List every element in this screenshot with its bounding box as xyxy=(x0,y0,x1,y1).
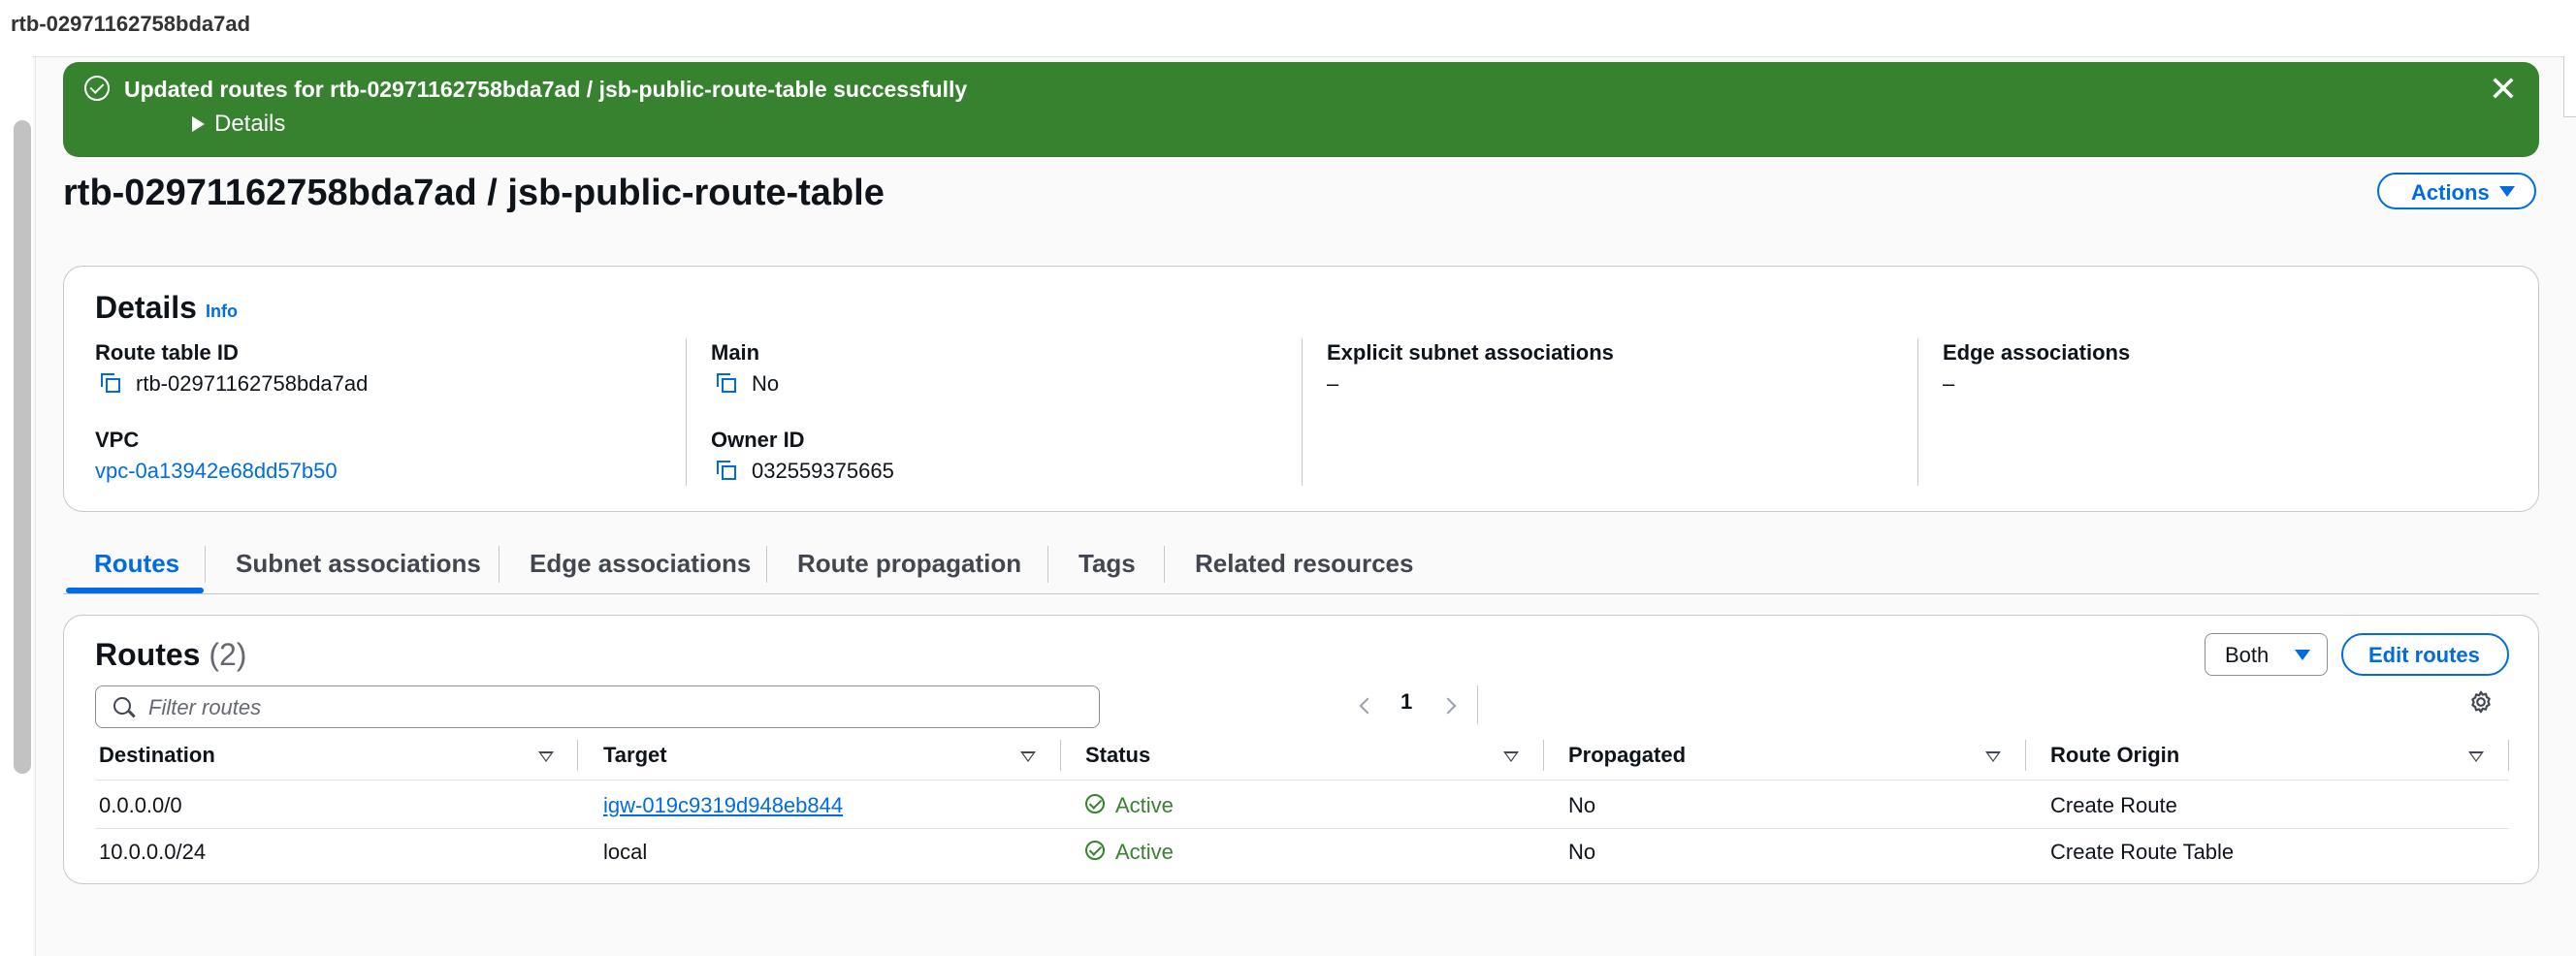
active-tab-indicator xyxy=(66,588,204,593)
details-panel: Details Info Route table ID rtb-02971162… xyxy=(63,266,2539,512)
main-label: Main xyxy=(711,340,760,365)
routes-count: (2) xyxy=(209,637,247,672)
routes-heading: Routes (2) xyxy=(95,637,246,673)
cell-route-origin: Create Route xyxy=(2050,793,2177,817)
window-title: rtb-02971162758bda7ad xyxy=(11,12,251,36)
caret-right-icon[interactable] xyxy=(192,116,205,132)
cell-propagated: No xyxy=(1568,793,1596,817)
copy-icon[interactable] xyxy=(717,461,736,480)
column-header-target[interactable]: Target xyxy=(603,743,667,768)
copy-icon[interactable] xyxy=(101,373,120,393)
filter-routes-field[interactable] xyxy=(95,685,1100,728)
tab-divider xyxy=(766,546,767,583)
routes-heading-text: Routes xyxy=(95,637,201,672)
tab-routes[interactable]: Routes xyxy=(94,549,179,579)
column-divider xyxy=(686,338,687,486)
check-circle-icon xyxy=(84,76,110,101)
vpc-label: VPC xyxy=(95,428,140,452)
pager-divider xyxy=(1477,685,1478,724)
edge-associations-label: Edge associations xyxy=(1943,340,2131,365)
check-circle-icon xyxy=(1085,794,1105,813)
edit-routes-button-label: Edit routes xyxy=(2368,643,2480,667)
window-titlebar: rtb-02971162758bda7ad xyxy=(0,0,2576,57)
chevron-right-icon[interactable] xyxy=(1439,697,1457,715)
actions-button[interactable]: Actions xyxy=(2377,173,2536,209)
tab-divider xyxy=(1164,546,1165,583)
sort-icon[interactable] xyxy=(1020,751,1036,762)
column-header-destination[interactable]: Destination xyxy=(99,743,215,768)
scrollbar-track[interactable] xyxy=(0,56,33,956)
flash-details-toggle[interactable]: Details xyxy=(214,111,285,138)
tab-divider xyxy=(205,546,206,583)
tab-edge-associations[interactable]: Edge associations xyxy=(530,549,751,579)
scrollbar-thumb[interactable] xyxy=(14,120,31,774)
column-divider[interactable] xyxy=(1543,740,1544,771)
actions-button-label: Actions xyxy=(2411,180,2490,205)
flash-message: Updated routes for rtb-02971162758bda7ad… xyxy=(124,77,968,102)
column-divider[interactable] xyxy=(2508,740,2509,771)
sort-icon[interactable] xyxy=(1985,751,2001,762)
sort-icon[interactable] xyxy=(1503,751,1519,762)
main-value: No xyxy=(752,371,780,396)
filter-routes-input[interactable] xyxy=(146,692,1081,723)
caret-down-icon xyxy=(2499,186,2515,197)
sort-icon[interactable] xyxy=(538,751,554,762)
edge-associations-value: – xyxy=(1943,371,1955,396)
side-panel-tab[interactable] xyxy=(2563,56,2576,117)
route-filter-select-value: Both xyxy=(2225,643,2270,667)
cell-route-origin: Create Route Table xyxy=(2050,840,2235,864)
caret-down-icon xyxy=(2295,650,2310,660)
check-circle-icon xyxy=(1085,841,1105,860)
explicit-subnet-value: – xyxy=(1327,371,1339,396)
cell-target: local xyxy=(603,840,648,864)
cell-destination: 0.0.0.0/0 xyxy=(99,793,182,817)
tab-route-propagation[interactable]: Route propagation xyxy=(797,549,1021,579)
cell-status: Active xyxy=(1115,840,1174,864)
details-heading: Details xyxy=(95,290,197,325)
divider xyxy=(35,56,36,956)
vpc-link[interactable]: vpc-0a13942e68dd57b50 xyxy=(95,459,338,484)
row-divider xyxy=(95,780,2509,781)
page-number[interactable]: 1 xyxy=(1401,689,1412,715)
cell-status: Active xyxy=(1115,793,1174,817)
sort-icon[interactable] xyxy=(2468,751,2484,762)
column-divider xyxy=(1917,338,1918,486)
owner-id-label: Owner ID xyxy=(711,428,805,452)
copy-icon[interactable] xyxy=(717,373,736,393)
tab-bar: Routes Subnet associations Edge associat… xyxy=(63,543,2539,594)
row-divider xyxy=(95,828,2509,829)
search-icon xyxy=(113,697,131,715)
chevron-left-icon[interactable] xyxy=(1359,697,1376,715)
cell-target-link[interactable]: igw-019c9319d948eb844 xyxy=(603,793,843,818)
column-divider[interactable] xyxy=(577,740,578,771)
page-title: rtb-02971162758bda7ad / jsb-public-route… xyxy=(63,173,885,213)
info-link[interactable]: Info xyxy=(206,302,238,322)
column-divider[interactable] xyxy=(2025,740,2026,771)
tab-divider xyxy=(1047,546,1048,583)
column-divider[interactable] xyxy=(1060,740,1061,771)
route-table-id-label: Route table ID xyxy=(95,340,239,365)
gear-icon[interactable] xyxy=(2468,689,2494,715)
close-icon[interactable]: ✕ xyxy=(2489,72,2518,107)
column-header-propagated[interactable]: Propagated xyxy=(1568,743,1686,768)
owner-id-value: 032559375665 xyxy=(752,459,894,483)
cell-propagated: No xyxy=(1568,840,1596,864)
column-divider xyxy=(1302,338,1303,486)
route-table-id-value: rtb-02971162758bda7ad xyxy=(136,371,369,396)
routes-panel: Routes (2) Both Edit routes 1 Destinatio… xyxy=(63,615,2539,884)
route-filter-select[interactable]: Both xyxy=(2205,633,2328,676)
cell-destination: 10.0.0.0/24 xyxy=(99,840,207,864)
edit-routes-button[interactable]: Edit routes xyxy=(2341,633,2509,676)
tab-subnet-associations[interactable]: Subnet associations xyxy=(236,549,481,579)
tab-related-resources[interactable]: Related resources xyxy=(1195,549,1413,579)
tab-tags[interactable]: Tags xyxy=(1079,549,1136,579)
success-flash-banner: Updated routes for rtb-02971162758bda7ad… xyxy=(63,62,2539,157)
column-header-status[interactable]: Status xyxy=(1085,743,1150,768)
column-header-route-origin[interactable]: Route Origin xyxy=(2050,743,2179,768)
explicit-subnet-label: Explicit subnet associations xyxy=(1327,340,1614,365)
